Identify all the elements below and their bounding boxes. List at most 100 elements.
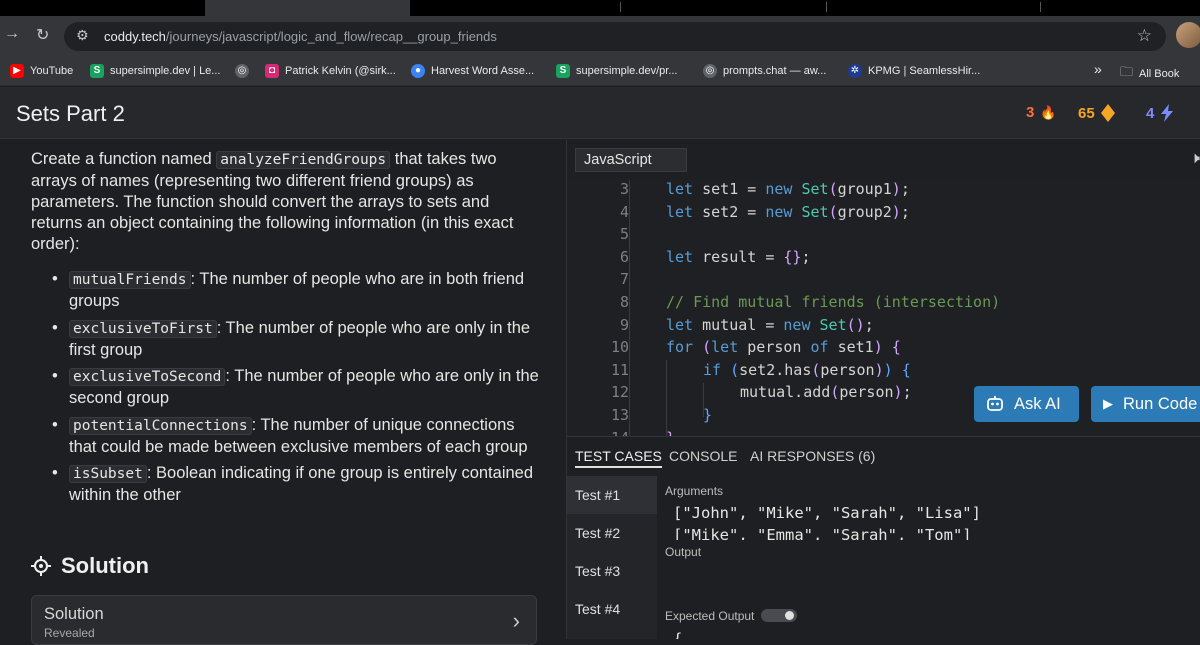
arguments-box[interactable]: ["John", "Mike", "Sarah", "Lisa"] ["Mike… bbox=[657, 502, 1200, 540]
instagram-icon: ◘ bbox=[265, 64, 279, 78]
globe-icon: ◎ bbox=[235, 64, 249, 78]
speaker-icon[interactable]: 🕨 bbox=[1190, 150, 1200, 168]
supersimple-icon: S bbox=[556, 64, 570, 78]
list-item: potentialConnections: The number of uniq… bbox=[52, 415, 539, 458]
address-bar: → ↻ ⚙ coddy.tech/journeys/javascript/log… bbox=[0, 16, 1200, 56]
globe-icon: ◎ bbox=[703, 64, 717, 78]
browser-tab-strip bbox=[0, 0, 1200, 16]
function-name-code: analyzeFriendGroups bbox=[216, 151, 391, 169]
bookmark-globe[interactable]: ◎ bbox=[235, 64, 249, 78]
url-input[interactable]: ⚙ coddy.tech/journeys/javascript/logic_a… bbox=[64, 22, 1166, 51]
youtube-icon: ▶ bbox=[10, 64, 24, 78]
line-number: 8 bbox=[619, 293, 629, 311]
url-text: coddy.tech/journeys/javascript/logic_and… bbox=[104, 29, 497, 44]
gem-icon bbox=[1100, 104, 1115, 122]
site-info-icon[interactable]: ⚙ bbox=[76, 27, 89, 44]
output-label: Output bbox=[665, 545, 702, 559]
bookmark-harvest[interactable]: ● Harvest Word Asse... bbox=[411, 64, 534, 78]
code-line: } bbox=[703, 406, 713, 424]
tab-ai-responses[interactable]: AI RESPONSES (6) bbox=[750, 448, 875, 464]
line-number: 11 bbox=[610, 360, 629, 379]
tab-test-cases[interactable]: TEST CASES bbox=[575, 448, 662, 468]
language-tab[interactable]: JavaScript bbox=[575, 148, 687, 172]
tab-separator bbox=[826, 2, 827, 12]
test-case-2[interactable]: Test #2 bbox=[567, 514, 657, 552]
browser-tab-active[interactable] bbox=[205, 0, 410, 16]
gems-counter[interactable]: 65 bbox=[1078, 104, 1115, 122]
all-bookmarks-button[interactable]: 🗀 All Book bbox=[1120, 63, 1179, 85]
energy-counter[interactable]: 4 bbox=[1146, 104, 1174, 122]
list-item: exclusiveToFirst: The number of people w… bbox=[52, 318, 539, 361]
bookmark-star-icon[interactable]: ☆ bbox=[1137, 26, 1152, 46]
bookmark-supersimple[interactable]: Ssupersimple.dev | Le... bbox=[90, 64, 220, 78]
test-case-list: Test #1 Test #2 Test #3 Test #4 bbox=[567, 476, 657, 639]
bookmarks-bar: ▶ YouTube Ssupersimple.dev | Le... ◎ ◘ Pat… bbox=[0, 56, 1200, 86]
editor-toolbar: JavaScript 🕨 bbox=[567, 140, 1200, 180]
bookmark-instagram[interactable]: ◘ Patrick Kelvin (@sirk... bbox=[265, 64, 396, 78]
target-icon bbox=[31, 556, 51, 576]
code-line: } bbox=[666, 429, 675, 436]
test-case-3[interactable]: Test #3 bbox=[567, 552, 657, 590]
challenge-description: Create a function named analyzeFriendGro… bbox=[31, 150, 514, 253]
bookmark-prompts[interactable]: ◎ prompts.chat — aw... bbox=[703, 64, 826, 78]
code-line: let mutual = new Set(); bbox=[666, 315, 874, 334]
argument-value: ["Mike", "Emma", "Sarah", "Tom"] bbox=[673, 526, 972, 540]
code-line: let set2 = new Set(group2); bbox=[666, 202, 910, 221]
reload-icon[interactable]: ↻ bbox=[36, 25, 49, 45]
line-number: 9 bbox=[619, 315, 629, 334]
tab-separator bbox=[620, 2, 621, 12]
streak-counter[interactable]: 3 🔥 bbox=[1026, 104, 1057, 121]
test-case-4[interactable]: Test #4 bbox=[567, 590, 657, 628]
code-line: let set1 = new Set(group1); bbox=[666, 180, 910, 198]
list-item: exclusiveToSecond: The number of people … bbox=[52, 366, 539, 409]
list-item: isSubset: Boolean indicating if one grou… bbox=[52, 463, 539, 506]
lightning-icon bbox=[1161, 104, 1174, 122]
folder-icon: 🗀 bbox=[1120, 64, 1134, 79]
play-icon: ▶ bbox=[1103, 396, 1113, 411]
line-number: 13 bbox=[610, 406, 629, 424]
indent-guide bbox=[666, 360, 667, 436]
code-line: if (set2.has(person)) { bbox=[703, 360, 911, 379]
forward-icon[interactable]: → bbox=[4, 25, 20, 43]
line-number: 6 bbox=[619, 247, 629, 266]
test-case-detail: Arguments ["John", "Mike", "Sarah", "Lis… bbox=[657, 476, 1200, 639]
tab-console[interactable]: CONSOLE bbox=[669, 448, 737, 464]
line-number-gutter: 3 4 5 6 7 8 9 10 11 12 13 14 bbox=[567, 180, 629, 436]
bookmark-youtube[interactable]: ▶ YouTube bbox=[10, 64, 73, 78]
page-title: Sets Part 2 bbox=[16, 101, 125, 126]
tab-separator bbox=[1040, 2, 1041, 12]
line-number: 5 bbox=[619, 225, 629, 244]
chevron-right-icon: › bbox=[512, 608, 520, 633]
bookmark-kpmg[interactable]: ✲ KPMG | SeamlessHir... bbox=[848, 64, 980, 78]
kpmg-icon: ✲ bbox=[848, 64, 862, 78]
line-number: 7 bbox=[619, 270, 629, 289]
app-header: Sets Part 2 3 🔥 65 4 bbox=[0, 87, 1200, 139]
code-line: // Find mutual friends (intersection) bbox=[666, 293, 1001, 311]
solution-card-status: Revealed bbox=[44, 626, 95, 640]
flame-icon: 🔥 bbox=[1040, 104, 1057, 120]
expected-output-value: { bbox=[673, 630, 683, 639]
line-number: 4 bbox=[619, 202, 629, 221]
code-line: for (let person of set1) { bbox=[666, 338, 901, 357]
line-number: 10 bbox=[610, 338, 629, 357]
solution-card[interactable]: Solution Revealed › bbox=[31, 595, 537, 645]
solution-card-title: Solution bbox=[44, 605, 104, 623]
list-item: mutualFriends: The number of people who … bbox=[52, 269, 539, 312]
ask-ai-button[interactable]: Ask AI bbox=[974, 386, 1079, 422]
bookmark-supersimple-pr[interactable]: Ssupersimple.dev/pr... bbox=[556, 64, 678, 78]
profile-avatar[interactable] bbox=[1176, 22, 1200, 48]
code-line: mutual.add(person); bbox=[740, 383, 912, 402]
expected-output-toggle[interactable] bbox=[761, 609, 797, 622]
challenge-panel: Create a function named analyzeFriendGro… bbox=[0, 140, 566, 645]
run-code-button[interactable]: ▶ Run Code bbox=[1091, 386, 1200, 422]
test-case-1[interactable]: Test #1 bbox=[567, 476, 657, 514]
tests-tabbar: TEST CASES CONSOLE AI RESPONSES (6) bbox=[567, 436, 1200, 476]
expected-output-label: Expected Output bbox=[665, 609, 755, 623]
requirements-list: mutualFriends: The number of people who … bbox=[52, 269, 539, 512]
code-line: let result = {}; bbox=[666, 247, 811, 266]
supersimple-icon: S bbox=[90, 64, 104, 78]
arguments-label: Arguments bbox=[665, 484, 724, 498]
harvest-icon: ● bbox=[411, 64, 425, 78]
more-bookmarks-button[interactable]: » bbox=[1094, 61, 1102, 77]
argument-value: ["John", "Mike", "Sarah", "Lisa"] bbox=[673, 504, 981, 522]
